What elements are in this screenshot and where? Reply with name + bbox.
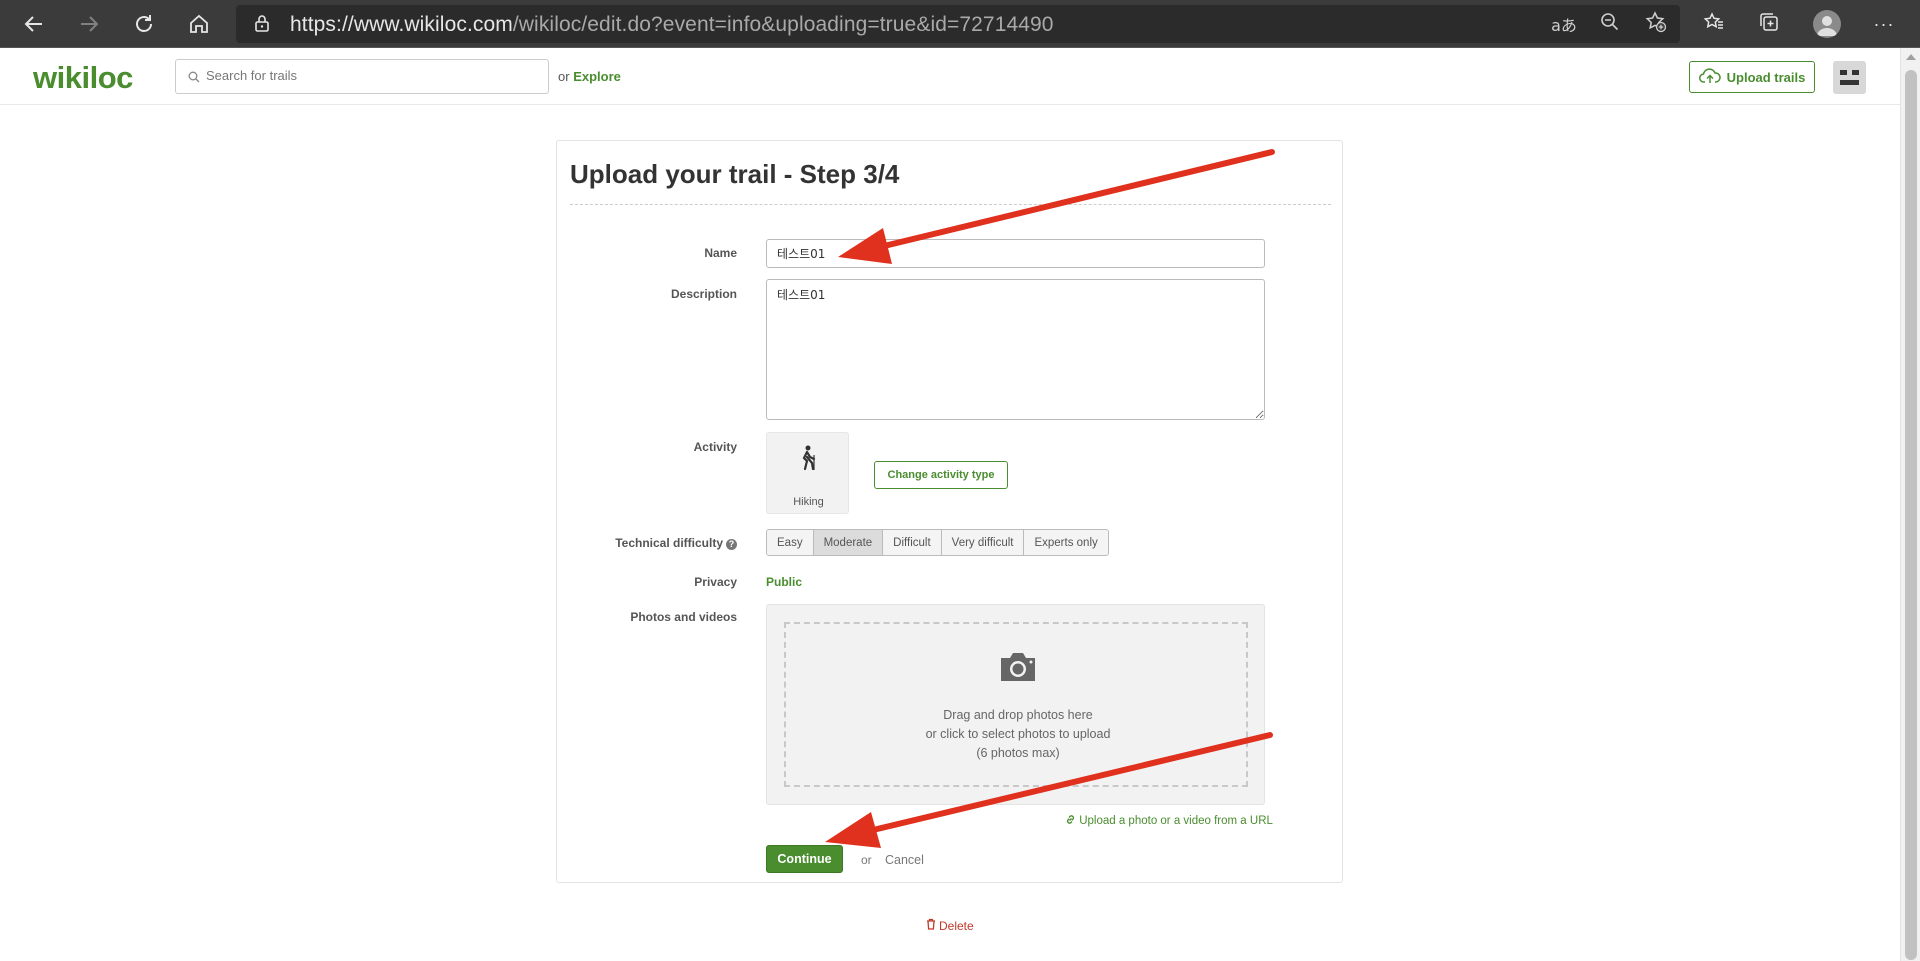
add-favorite-button[interactable] — [1640, 8, 1672, 40]
url-text: https://www.wikiloc.com/wikiloc/edit.do?… — [290, 13, 1054, 37]
activity-label: Activity — [693, 440, 737, 454]
upload-trails-button[interactable]: Upload trails — [1689, 61, 1815, 93]
star-add-icon — [1645, 10, 1667, 38]
upload-trails-label: Upload trails — [1726, 69, 1806, 85]
lock-icon — [254, 14, 270, 37]
dropzone-instructions: Drag and drop photos here or click to se… — [786, 706, 1250, 763]
wikiloc-logo[interactable]: wikiloc — [33, 60, 133, 96]
hiking-icon — [797, 445, 819, 476]
browser-toolbar: https://www.wikiloc.com/wikiloc/edit.do?… — [0, 0, 1920, 48]
upload-from-url-link[interactable]: Upload a photo or a video from a URL — [1065, 814, 1273, 827]
photos-label: Photos and videos — [630, 610, 737, 624]
back-button[interactable] — [18, 8, 50, 40]
translate-icon: aあ — [1551, 16, 1577, 35]
activity-selected: Hiking — [766, 432, 849, 514]
search-input[interactable] — [206, 68, 536, 83]
difficulty-option[interactable]: Experts only — [1024, 530, 1108, 555]
photo-upload-area: Drag and drop photos here or click to se… — [766, 604, 1265, 805]
search-icon — [188, 70, 200, 88]
description-textarea[interactable]: 테스트01 — [766, 279, 1265, 420]
or-separator: or — [861, 853, 872, 867]
drop-line-1: Drag and drop photos here — [943, 708, 1093, 722]
name-input[interactable] — [766, 239, 1265, 268]
page-scrollbar[interactable] — [1900, 48, 1920, 961]
favorites-icon — [1703, 11, 1725, 38]
explore-link[interactable]: Explore — [573, 69, 621, 84]
address-bar[interactable]: https://www.wikiloc.com/wikiloc/edit.do?… — [236, 5, 1680, 43]
or-explore: or Explore — [558, 69, 621, 84]
refresh-button[interactable] — [128, 8, 160, 40]
difficulty-option[interactable]: Very difficult — [941, 530, 1025, 555]
collections-icon — [1758, 11, 1780, 38]
change-activity-button[interactable]: Change activity type — [874, 461, 1008, 489]
delete-link[interactable]: Delete — [926, 918, 974, 933]
site-header: wikiloc or Explore Upload trails — [0, 48, 1900, 105]
cancel-link[interactable]: Cancel — [885, 853, 924, 867]
upload-from-url-label: Upload a photo or a video from a URL — [1079, 815, 1273, 827]
forward-arrow-icon — [78, 13, 100, 35]
description-label: Description — [670, 287, 737, 301]
refresh-icon — [133, 13, 155, 35]
or-text: or — [558, 69, 570, 84]
collections-button[interactable] — [1753, 8, 1785, 40]
difficulty-label-text: Technical difficulty — [615, 536, 723, 550]
privacy-value[interactable]: Public — [766, 575, 802, 589]
browser-profile-avatar[interactable] — [1813, 10, 1841, 38]
trash-icon — [926, 918, 936, 933]
zoom-button[interactable] — [1594, 8, 1626, 40]
difficulty-selector: Easy Moderate Difficult Very difficult Exper… — [766, 529, 1109, 556]
continue-button[interactable]: Continue — [766, 845, 843, 873]
scroll-up-arrow-icon[interactable] — [1906, 54, 1916, 60]
delete-label: Delete — [939, 918, 974, 933]
url-path: /wikiloc/edit.do?event=info&uploading=tr… — [512, 13, 1054, 36]
difficulty-option[interactable]: Difficult — [883, 530, 942, 555]
cloud-upload-icon — [1698, 67, 1721, 87]
difficulty-label: Technical difficulty? — [557, 536, 737, 550]
difficulty-option[interactable]: Moderate — [813, 530, 884, 555]
search-box[interactable] — [175, 59, 549, 94]
camera-icon — [998, 650, 1038, 689]
photo-dropzone[interactable]: Drag and drop photos here or click to se… — [784, 622, 1248, 787]
drop-line-2: or click to select photos to upload — [925, 727, 1111, 741]
user-avatar[interactable] — [1833, 61, 1866, 94]
back-arrow-icon — [23, 13, 45, 35]
drop-line-3: (6 photos max) — [976, 746, 1060, 760]
home-button[interactable] — [183, 8, 215, 40]
zoom-out-icon — [1600, 12, 1620, 37]
favorites-button[interactable] — [1698, 8, 1730, 40]
scroll-thumb[interactable] — [1905, 70, 1917, 960]
forward-button[interactable] — [73, 8, 105, 40]
privacy-label: Privacy — [694, 575, 737, 589]
activity-name: Hiking — [793, 496, 824, 508]
settings-more-button[interactable]: ··· — [1868, 8, 1900, 40]
page-title: Upload your trail - Step 3/4 — [570, 159, 900, 189]
title-divider — [570, 204, 1331, 205]
url-host: https://www.wikiloc.com — [290, 13, 513, 36]
difficulty-option[interactable]: Easy — [767, 530, 814, 555]
help-icon[interactable]: ? — [726, 539, 737, 550]
name-label: Name — [704, 246, 737, 260]
more-dots-icon: ··· — [1873, 13, 1895, 34]
upload-form-card: Upload your trail - Step 3/4 Name Descri… — [556, 140, 1343, 883]
home-icon — [188, 13, 210, 35]
read-aloud-button[interactable]: aあ — [1548, 8, 1580, 40]
link-icon — [1065, 815, 1079, 827]
